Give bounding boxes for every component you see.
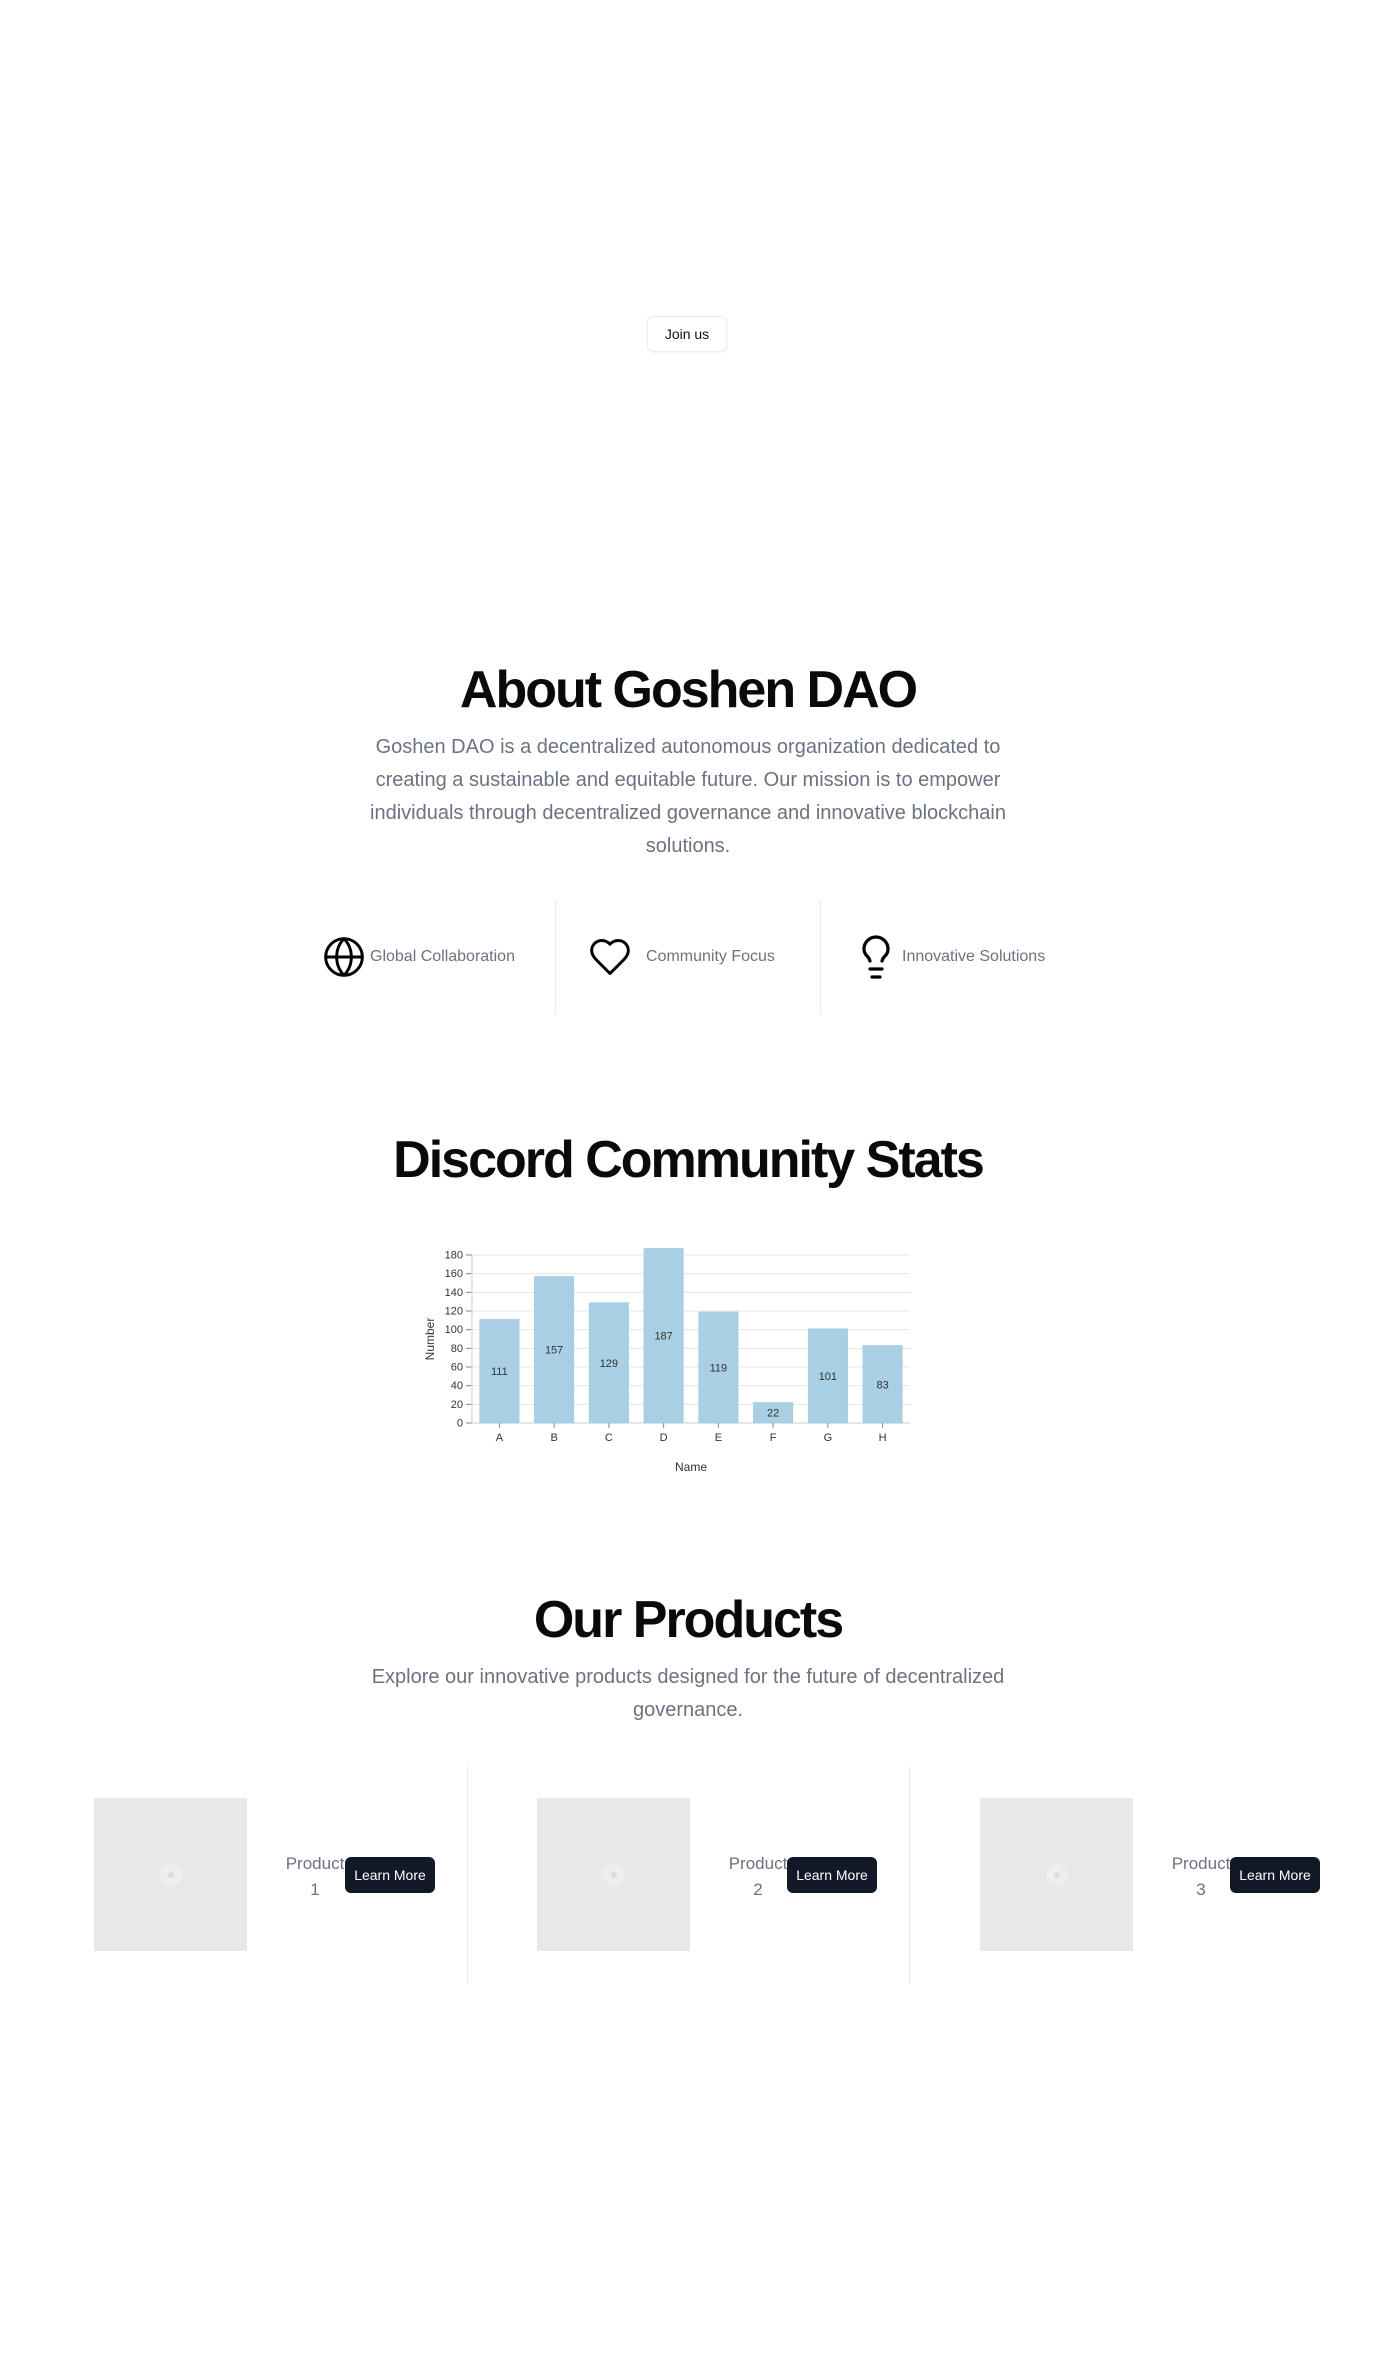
y-tick-label: 0 xyxy=(457,1418,463,1430)
x-axis-label: Name xyxy=(675,1460,707,1474)
join-us-button[interactable]: Join us xyxy=(647,316,727,352)
feature-label: Global Collaboration xyxy=(370,948,515,965)
y-tick-label: 60 xyxy=(451,1362,463,1374)
x-tick-label: C xyxy=(605,1432,613,1444)
product-image-placeholder xyxy=(980,1798,1133,1951)
y-axis-label: Number xyxy=(423,1318,437,1361)
bar-value-label: 22 xyxy=(767,1408,779,1420)
product-image-placeholder xyxy=(94,1798,247,1951)
feature-innovative-solutions: Innovative Solutions xyxy=(852,900,1045,1014)
feature-community-focus: Community Focus xyxy=(586,900,775,1014)
y-tick-label: 100 xyxy=(445,1324,463,1336)
about-description: Goshen DAO is a decentralized autonomous… xyxy=(370,736,1006,857)
lightbulb-icon xyxy=(852,933,900,981)
x-tick-label: F xyxy=(770,1432,777,1444)
image-placeholder-icon xyxy=(602,1863,625,1886)
discord-stats-chart: 0 20 40 60 80 100 120 140 160 180 111 A 157 B 129 C 187 D… xyxy=(420,1235,920,1485)
bar-value-label: 157 xyxy=(545,1345,563,1357)
product-divider xyxy=(909,1766,910,1984)
products-description: Explore our innovative products designed… xyxy=(371,1666,1005,1721)
x-tick-label: D xyxy=(660,1432,668,1444)
bar-value-label: 129 xyxy=(600,1358,618,1370)
x-tick-label: B xyxy=(550,1432,557,1444)
y-tick-label: 140 xyxy=(445,1287,463,1299)
y-tick-label: 20 xyxy=(451,1399,463,1411)
x-tick-label: G xyxy=(824,1432,833,1444)
learn-more-button[interactable]: Learn More xyxy=(345,1857,435,1893)
feature-divider xyxy=(555,900,556,1014)
bar-value-label: 101 xyxy=(819,1371,837,1383)
feature-global-collaboration: Global Collaboration xyxy=(322,900,515,1014)
feature-label: Community Focus xyxy=(646,948,775,965)
about-title: About Goshen DAO xyxy=(459,661,918,719)
bar-value-label: 187 xyxy=(654,1331,672,1343)
stats-title: Discord Community Stats xyxy=(393,1131,985,1189)
y-tick-label: 80 xyxy=(451,1343,463,1355)
product-name: Product 3 xyxy=(1171,1854,1231,1899)
image-placeholder-icon xyxy=(1045,1863,1068,1886)
feature-label: Innovative Solutions xyxy=(902,948,1046,965)
x-tick-label: H xyxy=(879,1432,887,1444)
products-title: Our Products xyxy=(533,1591,844,1649)
image-placeholder-icon xyxy=(159,1863,182,1886)
product-image-placeholder xyxy=(537,1798,690,1951)
bar-value-label: 119 xyxy=(710,1362,728,1374)
y-tick-label: 180 xyxy=(445,1250,463,1262)
y-tick-label: 160 xyxy=(445,1268,463,1280)
y-tick-label: 40 xyxy=(451,1380,463,1392)
bar-value-label: 83 xyxy=(877,1379,889,1391)
learn-more-button[interactable]: Learn More xyxy=(1230,1857,1320,1893)
heart-icon xyxy=(586,935,634,979)
product-name: Product 2 xyxy=(728,1854,788,1899)
learn-more-button[interactable]: Learn More xyxy=(787,1857,877,1893)
feature-divider xyxy=(820,900,821,1014)
bar-chart: 0 20 40 60 80 100 120 140 160 180 111 A 157 B 129 C 187 D… xyxy=(423,1248,910,1474)
y-tick-label: 120 xyxy=(445,1306,463,1318)
x-tick-label: E xyxy=(715,1432,722,1444)
product-divider xyxy=(467,1766,468,1984)
bar-value-label: 111 xyxy=(491,1366,508,1378)
product-name: Product 1 xyxy=(285,1854,345,1899)
x-tick-label: A xyxy=(496,1432,504,1444)
globe-icon xyxy=(322,935,366,979)
